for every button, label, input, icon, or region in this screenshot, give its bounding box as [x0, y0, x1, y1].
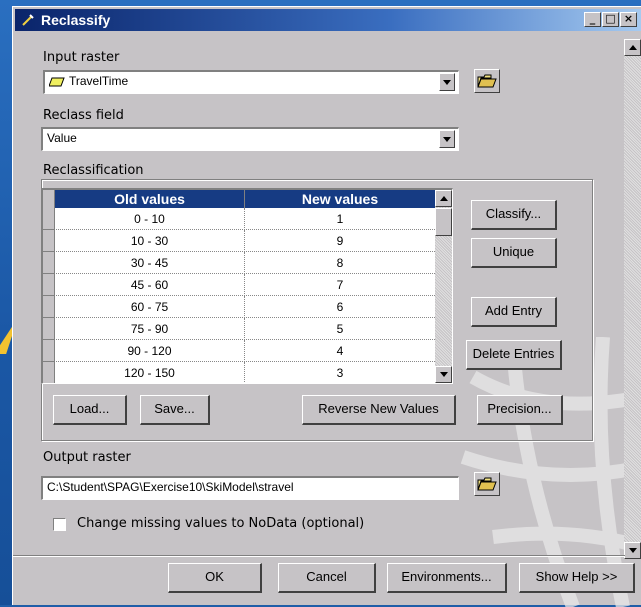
output-raster-value: C:\Student\SPAG\Exercise10\SkiModel\stra… [47, 480, 294, 494]
table-body: 0 - 10 1 10 - 30 9 30 - 45 8 45 - 60 7 60 - … [43, 208, 435, 383]
show-help-button[interactable]: Show Help >> [519, 563, 635, 593]
open-folder-icon [477, 477, 497, 491]
missing-values-checkbox[interactable] [53, 518, 66, 531]
scroll-up-icon[interactable] [435, 190, 452, 207]
delete-entries-button[interactable]: Delete Entries [466, 340, 562, 370]
add-entry-button[interactable]: Add Entry [471, 297, 557, 327]
dialog-scrollbar[interactable] [624, 39, 641, 559]
input-raster-label: Input raster [43, 50, 120, 65]
table-row[interactable]: 60 - 75 6 [43, 296, 435, 318]
new-value-cell[interactable]: 5 [245, 318, 435, 340]
reclassification-table[interactable]: Old values New values 0 - 10 1 10 - 30 9 3… [41, 188, 453, 384]
table-row[interactable]: 30 - 45 8 [43, 252, 435, 274]
precision-button[interactable]: Precision... [477, 395, 563, 425]
new-value-cell[interactable]: 7 [245, 274, 435, 296]
table-scrollbar[interactable] [435, 190, 452, 383]
reclass-field-dropdown-icon[interactable] [439, 130, 455, 148]
column-header-old-values[interactable]: Old values [55, 190, 245, 208]
input-raster-combo[interactable]: TravelTime [43, 70, 459, 94]
reclassification-label: Reclassification [43, 163, 144, 178]
table-row[interactable]: 45 - 60 7 [43, 274, 435, 296]
row-selector[interactable] [43, 252, 55, 274]
input-raster-browse-button[interactable] [474, 69, 500, 93]
old-value-cell[interactable]: 60 - 75 [55, 296, 245, 318]
old-value-cell[interactable]: 0 - 10 [55, 208, 245, 230]
unique-button[interactable]: Unique [471, 238, 557, 268]
ok-button[interactable]: OK [168, 563, 262, 593]
old-value-cell[interactable]: 30 - 45 [55, 252, 245, 274]
environments-button[interactable]: Environments... [387, 563, 507, 593]
new-value-cell[interactable]: 6 [245, 296, 435, 318]
save-button[interactable]: Save... [140, 395, 210, 425]
input-raster-value: TravelTime [69, 74, 129, 88]
output-raster-browse-button[interactable] [474, 472, 500, 496]
new-value-cell[interactable]: 8 [245, 252, 435, 274]
new-value-cell[interactable]: 9 [245, 230, 435, 252]
reclass-field-value: Value [47, 131, 77, 145]
row-selector[interactable] [43, 274, 55, 296]
table-row[interactable]: 75 - 90 5 [43, 318, 435, 340]
scroll-down-icon[interactable] [435, 366, 452, 383]
reclass-field-label: Reclass field [43, 108, 124, 123]
new-value-cell[interactable]: 1 [245, 208, 435, 230]
row-selector[interactable] [43, 318, 55, 340]
header-row-selector [43, 190, 55, 208]
open-folder-icon [477, 74, 497, 88]
output-raster-label: Output raster [43, 450, 131, 465]
reclass-field-combo[interactable]: Value [41, 127, 459, 151]
row-selector[interactable] [43, 208, 55, 230]
row-selector[interactable] [43, 230, 55, 252]
row-selector[interactable] [43, 340, 55, 362]
row-selector[interactable] [43, 362, 55, 383]
output-raster-field[interactable]: C:\Student\SPAG\Exercise10\SkiModel\stra… [41, 476, 459, 500]
old-value-cell[interactable]: 90 - 120 [55, 340, 245, 362]
window-title: Reclassify [41, 12, 111, 28]
old-value-cell[interactable]: 75 - 90 [55, 318, 245, 340]
cancel-button[interactable]: Cancel [278, 563, 376, 593]
title-bar[interactable]: Reclassify _ □ × [15, 9, 641, 31]
table-row[interactable]: 120 - 150 3 [43, 362, 435, 383]
reclassify-dialog: Reclassify _ □ × Input raster TravelTime… [12, 6, 641, 607]
table-header: Old values New values [43, 190, 435, 208]
maximize-button[interactable]: □ [602, 12, 619, 27]
dialog-scroll-down-icon[interactable] [624, 542, 641, 559]
footer-separator [13, 555, 625, 557]
table-row[interactable]: 90 - 120 4 [43, 340, 435, 362]
raster-layer-icon [48, 77, 65, 87]
scroll-thumb[interactable] [435, 208, 452, 236]
table-row[interactable]: 10 - 30 9 [43, 230, 435, 252]
column-header-new-values[interactable]: New values [245, 190, 435, 208]
reverse-new-values-button[interactable]: Reverse New Values [302, 395, 456, 425]
classify-button[interactable]: Classify... [471, 200, 557, 230]
old-value-cell[interactable]: 120 - 150 [55, 362, 245, 383]
input-raster-dropdown-icon[interactable] [439, 73, 455, 91]
new-value-cell[interactable]: 4 [245, 340, 435, 362]
minimize-button[interactable]: _ [584, 12, 601, 27]
row-selector[interactable] [43, 296, 55, 318]
load-button[interactable]: Load... [53, 395, 127, 425]
old-value-cell[interactable]: 10 - 30 [55, 230, 245, 252]
close-button[interactable]: × [620, 12, 637, 27]
old-value-cell[interactable]: 45 - 60 [55, 274, 245, 296]
new-value-cell[interactable]: 3 [245, 362, 435, 383]
reclassify-tool-icon [22, 14, 34, 26]
missing-values-label[interactable]: Change missing values to NoData (optiona… [77, 516, 364, 531]
table-row[interactable]: 0 - 10 1 [43, 208, 435, 230]
dialog-scroll-up-icon[interactable] [624, 39, 641, 56]
